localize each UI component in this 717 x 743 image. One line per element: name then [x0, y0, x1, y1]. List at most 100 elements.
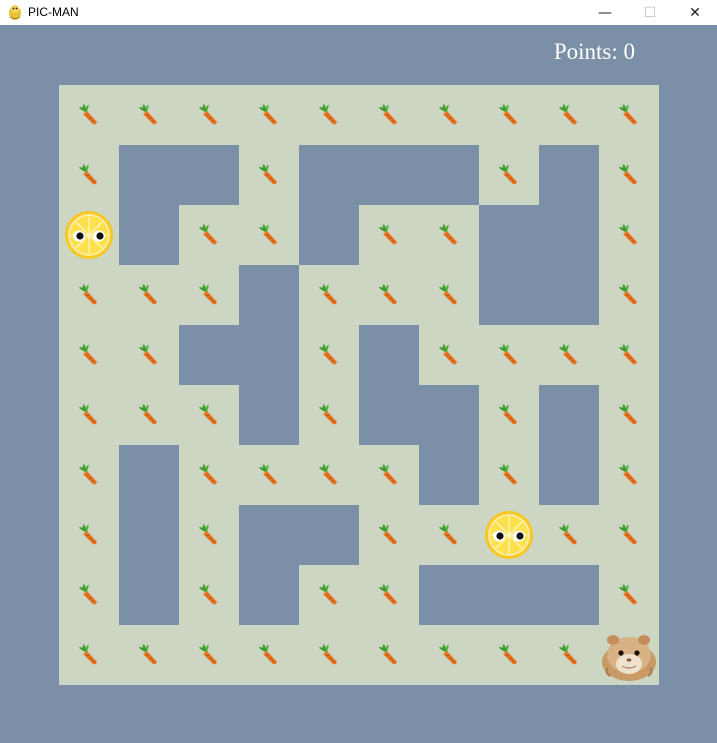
- maze-floor: [479, 445, 539, 505]
- maze-floor: [59, 385, 119, 445]
- maze-wall: [179, 325, 239, 385]
- maze-floor: [119, 265, 179, 325]
- maze-floor: [419, 625, 479, 685]
- carrot-icon: [139, 104, 157, 125]
- maze-floor: [359, 505, 419, 565]
- maze-floor: [299, 325, 359, 385]
- carrot-icon: [439, 344, 457, 365]
- lemon-ghost-icon: [65, 211, 113, 259]
- maze-wall: [539, 265, 599, 325]
- maze-floor: [179, 625, 239, 685]
- game-canvas[interactable]: Points: 0: [0, 25, 717, 743]
- maze-floor: [599, 325, 659, 385]
- carrot-icon: [619, 464, 637, 485]
- maze-floor: [599, 505, 659, 565]
- maze-floor: [599, 445, 659, 505]
- carrot-icon: [559, 644, 577, 665]
- carrot-icon: [499, 644, 517, 665]
- carrot-icon: [499, 464, 517, 485]
- carrot-icon: [199, 644, 217, 665]
- window-title: PIC-MAN: [28, 5, 79, 19]
- carrot-icon: [79, 524, 97, 545]
- maze-floor: [599, 565, 659, 625]
- carrot-icon: [259, 644, 277, 665]
- carrot-icon: [79, 164, 97, 185]
- carrot-icon: [79, 644, 97, 665]
- carrot-icon: [139, 344, 157, 365]
- maze-floor: [59, 205, 119, 265]
- maze-floor: [539, 85, 599, 145]
- lemon-ghost-icon: [485, 511, 533, 559]
- maze-floor: [59, 145, 119, 205]
- minimize-button[interactable]: —: [582, 0, 628, 25]
- maze-wall: [179, 145, 239, 205]
- maze-floor: [179, 505, 239, 565]
- close-button[interactable]: ✕: [672, 0, 717, 25]
- maze-wall: [359, 385, 419, 445]
- carrot-icon: [199, 404, 217, 425]
- maze-wall: [239, 385, 299, 445]
- maze-floor: [299, 445, 359, 505]
- carrot-icon: [559, 344, 577, 365]
- maze-floor: [359, 445, 419, 505]
- carrot-icon: [199, 464, 217, 485]
- maze-floor: [179, 265, 239, 325]
- carrot-icon: [319, 104, 337, 125]
- maze-wall: [419, 565, 479, 625]
- maze-floor: [239, 205, 299, 265]
- carrot-icon: [259, 224, 277, 245]
- maze-wall: [299, 145, 359, 205]
- maze-floor: [179, 385, 239, 445]
- maze-floor: [419, 265, 479, 325]
- maze-floor: [119, 385, 179, 445]
- carrot-icon: [559, 104, 577, 125]
- maze-wall: [239, 565, 299, 625]
- carrot-icon: [379, 104, 397, 125]
- maze-floor: [239, 625, 299, 685]
- maze-floor: [419, 505, 479, 565]
- maze-floor: [179, 205, 239, 265]
- carrot-icon: [199, 284, 217, 305]
- carrot-icon: [559, 524, 577, 545]
- maze-floor: [599, 205, 659, 265]
- hamster-player-icon: [602, 635, 656, 681]
- maze-floor: [119, 625, 179, 685]
- maximize-button[interactable]: ☐: [627, 0, 673, 25]
- maze-wall: [239, 265, 299, 325]
- maze-floor: [479, 505, 539, 565]
- carrot-icon: [199, 104, 217, 125]
- carrot-icon: [619, 584, 637, 605]
- maze-floor: [59, 505, 119, 565]
- maze-floor: [119, 85, 179, 145]
- maze-board: [59, 85, 659, 685]
- maze-floor: [179, 85, 239, 145]
- carrot-icon: [619, 104, 637, 125]
- carrot-icon: [199, 524, 217, 545]
- maze-floor: [419, 85, 479, 145]
- maze-floor: [59, 325, 119, 385]
- maze-wall: [119, 145, 179, 205]
- carrot-icon: [319, 404, 337, 425]
- carrot-icon: [199, 584, 217, 605]
- carrot-icon: [439, 284, 457, 305]
- pygame-snake-icon: [9, 5, 21, 20]
- carrot-icon: [139, 404, 157, 425]
- carrot-icon: [379, 224, 397, 245]
- maze-floor: [299, 385, 359, 445]
- carrot-icon: [619, 404, 637, 425]
- maze-wall: [539, 385, 599, 445]
- carrot-icon: [379, 584, 397, 605]
- carrot-icon: [259, 104, 277, 125]
- maze-floor: [359, 205, 419, 265]
- maze-wall: [239, 505, 299, 565]
- maze-floor: [359, 265, 419, 325]
- maze-wall: [119, 445, 179, 505]
- maze-wall: [479, 565, 539, 625]
- maze-wall: [299, 205, 359, 265]
- maze-floor: [59, 445, 119, 505]
- carrot-icon: [379, 644, 397, 665]
- maze-floor: [599, 265, 659, 325]
- carrot-icon: [199, 224, 217, 245]
- maze-floor: [119, 325, 179, 385]
- maze-floor: [359, 625, 419, 685]
